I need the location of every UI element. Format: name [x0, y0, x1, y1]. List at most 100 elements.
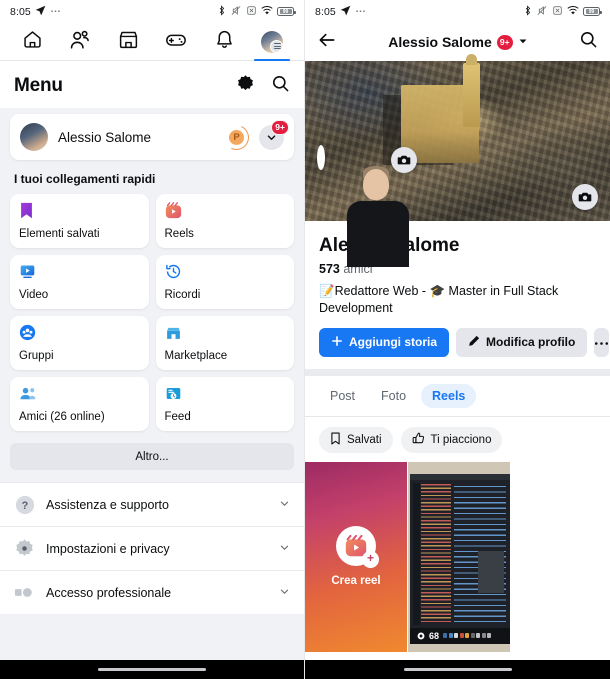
shortcut-ricordi[interactable]: Ricordi [155, 255, 294, 309]
mute-icon [536, 3, 548, 21]
reel-views-bar: 68 [410, 627, 510, 644]
bluetooth-icon [217, 3, 226, 21]
profile-expand-button[interactable]: 9+ [259, 119, 289, 150]
shortcut-label: Video [19, 289, 49, 301]
search-icon[interactable] [579, 30, 598, 54]
accordion-row-assistenza[interactable]: ? Assistenza e supporto [0, 482, 304, 526]
ellipsis-icon [50, 3, 61, 21]
professional-icon [14, 582, 35, 603]
camera-icon [397, 155, 411, 165]
no-sim-icon [246, 3, 257, 21]
edit-cover-photo-button[interactable] [572, 184, 598, 210]
edit-profile-photo-button[interactable] [391, 147, 417, 173]
android-home-bar[interactable] [305, 660, 610, 679]
cover-photo[interactable] [305, 54, 610, 267]
reel-editor-code [454, 485, 506, 622]
groups-icon [19, 324, 37, 342]
tab-foto[interactable]: Foto [370, 384, 417, 408]
tab-post[interactable]: Post [319, 384, 366, 408]
home-icon [22, 29, 43, 55]
home-pill[interactable] [98, 667, 206, 672]
shortcut-marketplace[interactable]: Marketplace [155, 316, 294, 370]
reels-grid-empty-slot [511, 461, 610, 652]
bookmark-outline-icon [330, 432, 341, 448]
profile-name: Alessio Salome [58, 129, 152, 145]
camera-icon [578, 192, 592, 202]
top-navigation-bar[interactable] [0, 23, 304, 61]
dual-screenshot: 8:05 99 Menu Alessio Salome P 9+ I tuoi … [0, 0, 610, 679]
location-arrow-icon [340, 3, 351, 21]
shortcut-label: Reels [164, 228, 194, 240]
reel-editor-sidebar [413, 482, 420, 625]
back-arrow-icon[interactable] [317, 30, 337, 55]
more-button[interactable]: Altro... [10, 443, 294, 470]
shortcut-label: Elementi salvati [19, 228, 100, 240]
profile-row[interactable]: Alessio Salome P 9+ [10, 114, 294, 160]
shortcut-gruppi[interactable]: Gruppi [10, 316, 149, 370]
profile-more-button[interactable] [594, 327, 610, 357]
search-icon[interactable] [271, 74, 290, 98]
reel-view-count: 68 [429, 630, 440, 641]
chevron-down-icon [279, 496, 290, 514]
cover-tower-shape [463, 54, 480, 127]
profile-header-bar: Alessio Salome 9+ [305, 23, 610, 61]
status-bar-left: 8:05 99 [0, 0, 304, 23]
accordion-label: Assistenza e supporto [46, 497, 169, 512]
shortcut-label: Feed [164, 411, 191, 423]
chevron-down-icon [279, 540, 290, 558]
accordion-row-impostazioni[interactable]: Impostazioni e privacy [0, 526, 304, 570]
android-home-bar[interactable] [0, 660, 304, 679]
shortcut-amici[interactable]: Amici (26 online) [10, 377, 149, 431]
nav-gaming-button[interactable] [156, 24, 196, 60]
battery-icon: 99 [583, 7, 602, 16]
nav-friends-button[interactable] [60, 24, 100, 60]
bookmark-icon [19, 202, 37, 220]
shortcut-reels[interactable]: Reels [155, 194, 294, 248]
shortcut-feed[interactable]: Feed [155, 377, 294, 431]
status-time: 8:05 [315, 5, 336, 18]
professional-mode-toggle[interactable]: P [220, 120, 253, 154]
bluetooth-icon [523, 3, 532, 21]
profile-title-dropdown[interactable]: Alessio Salome 9+ [345, 33, 571, 51]
home-pill[interactable] [403, 667, 512, 672]
facebook-menu-screen: 8:05 99 Menu Alessio Salome P 9+ I tuoi … [0, 0, 305, 679]
add-story-button[interactable]: Aggiungi storia [319, 327, 449, 357]
accordion-row-accesso-professionale[interactable]: Accesso professionale [0, 570, 304, 614]
chip-ti-piacciono[interactable]: Ti piacciono [400, 426, 503, 453]
filter-chips: Salvati Ti piacciono [305, 417, 610, 462]
reels-plus-icon [336, 526, 379, 569]
facebook-profile-screen: 8:05 99 Alessio Salome 9+ Salome 573 ami… [305, 0, 610, 679]
shortcut-elementi-salvati[interactable]: Elementi salvati [10, 194, 149, 248]
shortcut-video[interactable]: Video [10, 255, 149, 309]
friends-count: 573 [319, 262, 340, 276]
gaming-icon [165, 29, 187, 56]
status-time: 8:05 [10, 5, 31, 18]
chip-salvati[interactable]: Salvati [319, 426, 393, 453]
shortcut-label: Marketplace [164, 350, 228, 362]
question-circle-icon: ? [14, 494, 35, 515]
gear-icon[interactable] [236, 74, 255, 98]
rotate-arrows-icon [220, 120, 253, 154]
location-arrow-icon [35, 3, 46, 21]
nav-menu-button[interactable] [252, 24, 292, 61]
page-title: Menu [14, 75, 63, 96]
menu-header: Menu [0, 61, 304, 108]
nav-marketplace-button[interactable] [108, 24, 148, 60]
create-reel-tile[interactable]: Crea reel [305, 461, 407, 652]
feed-icon [165, 385, 183, 403]
battery-icon: 99 [277, 7, 296, 16]
nav-home-button[interactable] [12, 24, 52, 60]
shortcut-label: Ricordi [164, 289, 201, 301]
tab-reels[interactable]: Reels [421, 383, 477, 408]
video-icon [19, 263, 37, 281]
edit-profile-button[interactable]: Modifica profilo [456, 327, 588, 357]
reel-thumbnail[interactable]: 68 [408, 461, 510, 652]
menu-accordion: ? Assistenza e supporto Impostazioni e p… [0, 482, 304, 614]
eye-icon [417, 632, 425, 640]
status-badge: 9+ [496, 34, 513, 50]
reel-taskbar-icons [443, 633, 492, 639]
nav-notifications-button[interactable] [204, 24, 244, 60]
chevron-down-icon [518, 33, 528, 51]
wifi-icon [567, 3, 579, 21]
profile-photo[interactable] [317, 145, 409, 267]
